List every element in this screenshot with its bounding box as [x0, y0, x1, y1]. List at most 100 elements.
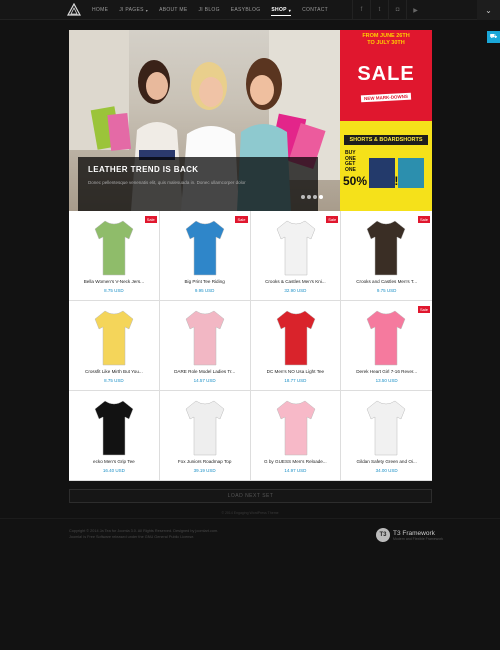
social-links: f t ◘ ▶ — [352, 0, 424, 20]
product-card[interactable]: ecko Men's Grip Tee 16.40 USD — [69, 391, 160, 481]
tshirt-image[interactable] — [363, 217, 409, 277]
sale-badge: Sale — [417, 216, 430, 223]
slider-dot[interactable] — [307, 195, 311, 199]
product-card[interactable]: Gildan Safety Green and Oi... 34.00 USD — [341, 391, 432, 481]
product-price: 32.90 USD — [284, 288, 307, 293]
license-text[interactable]: Joomla! is Free Software released under … — [69, 535, 218, 541]
product-price: 8.75 USD — [104, 288, 124, 293]
nav-label: SHOP — [271, 7, 287, 13]
product-name[interactable]: DC Men's NO Usa Light Tee — [255, 369, 337, 374]
slider-dot[interactable] — [319, 195, 323, 199]
nav-label: EASYBLOG — [230, 7, 261, 13]
product-name[interactable]: G by GUESS Men's Reloade... — [255, 459, 337, 464]
tshirt-image[interactable] — [363, 307, 409, 367]
product-name[interactable]: Fox Juniors Roadmap Top — [164, 459, 246, 464]
load-next-button[interactable]: LOAD NEXT SET — [69, 489, 432, 503]
main-nav: HOME JI PAGES ▾ ABOUT ME JI BLOG EASYBLOG… — [92, 0, 339, 20]
product-price: 16.40 USD — [102, 468, 125, 473]
product-name[interactable]: Crooks & Castles Men's Kni... — [255, 279, 337, 284]
product-name[interactable]: Bella Women's V-Neck Jers... — [73, 279, 155, 284]
promo-sale-banner[interactable]: FROM JUNE 26TH TO JULY 30TH SALE NEW MAR… — [340, 30, 432, 121]
product-name[interactable]: Big Print Tee Riding — [164, 279, 246, 284]
promo-date-line: FROM JUNE 26TH — [362, 33, 410, 39]
product-card[interactable]: Sale Crooks & Castles Men's Kni... 32.90 … — [250, 211, 342, 301]
product-price: 8.75 USD — [104, 378, 124, 383]
footer-credit[interactable]: © 2014 Engaging WordPress Theme — [0, 511, 500, 515]
tshirt-image[interactable] — [182, 307, 228, 367]
slider-dot[interactable] — [301, 195, 305, 199]
cart-icon[interactable]: ⛟ — [487, 31, 500, 43]
tshirt-image[interactable] — [182, 397, 228, 457]
chevron-down-icon[interactable]: ⌄ — [477, 0, 500, 20]
product-name[interactable]: Derek Heart Girl 7-16 Rever... — [345, 369, 428, 374]
nav-item-ji-blog[interactable]: JI BLOG — [199, 0, 220, 20]
product-name[interactable]: Gildan Safety Green and Oi... — [345, 459, 428, 464]
tshirt-image[interactable] — [91, 397, 137, 457]
product-grid: Sale Bella Women's V-Neck Jers... 8.75 US… — [69, 211, 432, 481]
product-card[interactable]: Sale Bella Women's V-Neck Jers... 8.75 US… — [69, 211, 160, 301]
twitter-icon[interactable]: t — [370, 0, 388, 20]
youtube-icon[interactable]: ▶ — [406, 0, 424, 20]
tshirt-image[interactable] — [273, 217, 319, 277]
nav-label: JI BLOG — [198, 7, 220, 13]
promo-sale-subtitle: NEW MARK-DOWNS — [360, 92, 412, 103]
tshirt-image[interactable] — [363, 397, 409, 457]
product-price: 14.97 USD — [284, 468, 307, 473]
tshirt-image[interactable] — [91, 307, 137, 367]
sale-badge: Sale — [417, 306, 430, 313]
nav-label: HOME — [92, 7, 109, 13]
slider-dot[interactable] — [313, 195, 317, 199]
product-price: 9.75 USD — [376, 288, 397, 293]
caption-text: Donec pellentesque venenatis elit, quis … — [88, 180, 246, 185]
hero-caption: LEATHER TREND IS BACK Donec pellentesque… — [78, 157, 318, 211]
nav-item-about-me[interactable]: ABOUT ME — [159, 0, 187, 20]
nav-item-ji-pages[interactable]: JI PAGES ▾ — [119, 0, 148, 20]
slider-dots — [301, 195, 325, 199]
product-price: 13.50 USD — [375, 378, 398, 383]
product-card[interactable]: DARE Role Model Ladies Tr... 14.57 USD — [159, 301, 251, 391]
t3-badge[interactable]: T3 T3 Framework Modern and Flexible Fram… — [376, 528, 443, 542]
product-name[interactable]: ecko Men's Grip Tee — [73, 459, 155, 464]
product-card[interactable]: Fox Juniors Roadmap Top 39.19 USD — [159, 391, 251, 481]
promo-dates: FROM JUNE 26TH TO JULY 30TH — [340, 30, 432, 47]
caption-title[interactable]: LEATHER TREND IS BACK — [88, 165, 308, 174]
instagram-icon[interactable]: ◘ — [388, 0, 406, 20]
product-price: 39.19 USD — [193, 468, 216, 473]
tshirt-image[interactable] — [91, 217, 137, 277]
chevron-down-icon: ▾ — [288, 7, 292, 13]
shorts-image — [398, 158, 424, 188]
product-name[interactable]: Crooks and Castles Men's T... — [345, 279, 428, 284]
facebook-icon[interactable]: f — [352, 0, 370, 20]
promo-shorts-offer: BUY ONE GET ONE — [345, 150, 356, 173]
hero-slider[interactable]: LEATHER TREND IS BACK Donec pellentesque… — [69, 30, 340, 211]
product-name[interactable]: DARE Role Model Ladies Tr... — [164, 369, 246, 374]
product-card[interactable]: Sale Derek Heart Girl 7-16 Rever... 13.50… — [341, 301, 432, 391]
promo-shorts-banner[interactable]: SHORTS & BOARDSHORTS BUY ONE GET ONE 50%… — [340, 121, 432, 211]
product-card[interactable]: Sale Crooks and Castles Men's T... 9.75 U… — [341, 211, 432, 301]
product-price: 34.00 USD — [375, 468, 398, 473]
t3-name: T3 Framework — [393, 529, 435, 537]
site-logo-icon[interactable] — [67, 3, 81, 16]
top-navbar: HOME JI PAGES ▾ ABOUT ME JI BLOG EASYBLOG… — [0, 0, 500, 20]
sale-badge: Sale — [144, 216, 157, 223]
nav-item-contact[interactable]: CONTACT — [302, 0, 328, 20]
product-card[interactable]: DC Men's NO Usa Light Tee 18.77 USD — [250, 301, 342, 391]
nav-item-shop[interactable]: SHOP ▾ — [271, 0, 291, 20]
product-card[interactable]: Sale Big Print Tee Riding 9.95 USD — [159, 211, 251, 301]
product-name[interactable]: Crossfit Like Mirth But You... — [73, 369, 155, 374]
nav-item-home[interactable]: HOME — [92, 0, 108, 20]
nav-label: CONTACT — [302, 7, 329, 13]
promo-sale-title: SALE — [357, 63, 415, 85]
product-price: 9.95 USD — [194, 288, 215, 293]
t3-sub: Modern and Flexible Framework — [393, 536, 444, 541]
product-card[interactable]: Crossfit Like Mirth But You... 8.75 USD — [69, 301, 160, 391]
promo-date-line: TO JULY 30TH — [367, 40, 405, 46]
tshirt-image[interactable] — [273, 307, 319, 367]
chevron-down-icon: ▾ — [145, 7, 149, 13]
nav-item-easyblog[interactable]: EASYBLOG — [231, 0, 261, 20]
sale-badge: Sale — [235, 216, 248, 223]
product-card[interactable]: G by GUESS Men's Reloade... 14.97 USD — [250, 391, 342, 481]
t3-logo-icon: T3 — [376, 528, 390, 542]
tshirt-image[interactable] — [273, 397, 319, 457]
tshirt-image[interactable] — [182, 217, 228, 277]
